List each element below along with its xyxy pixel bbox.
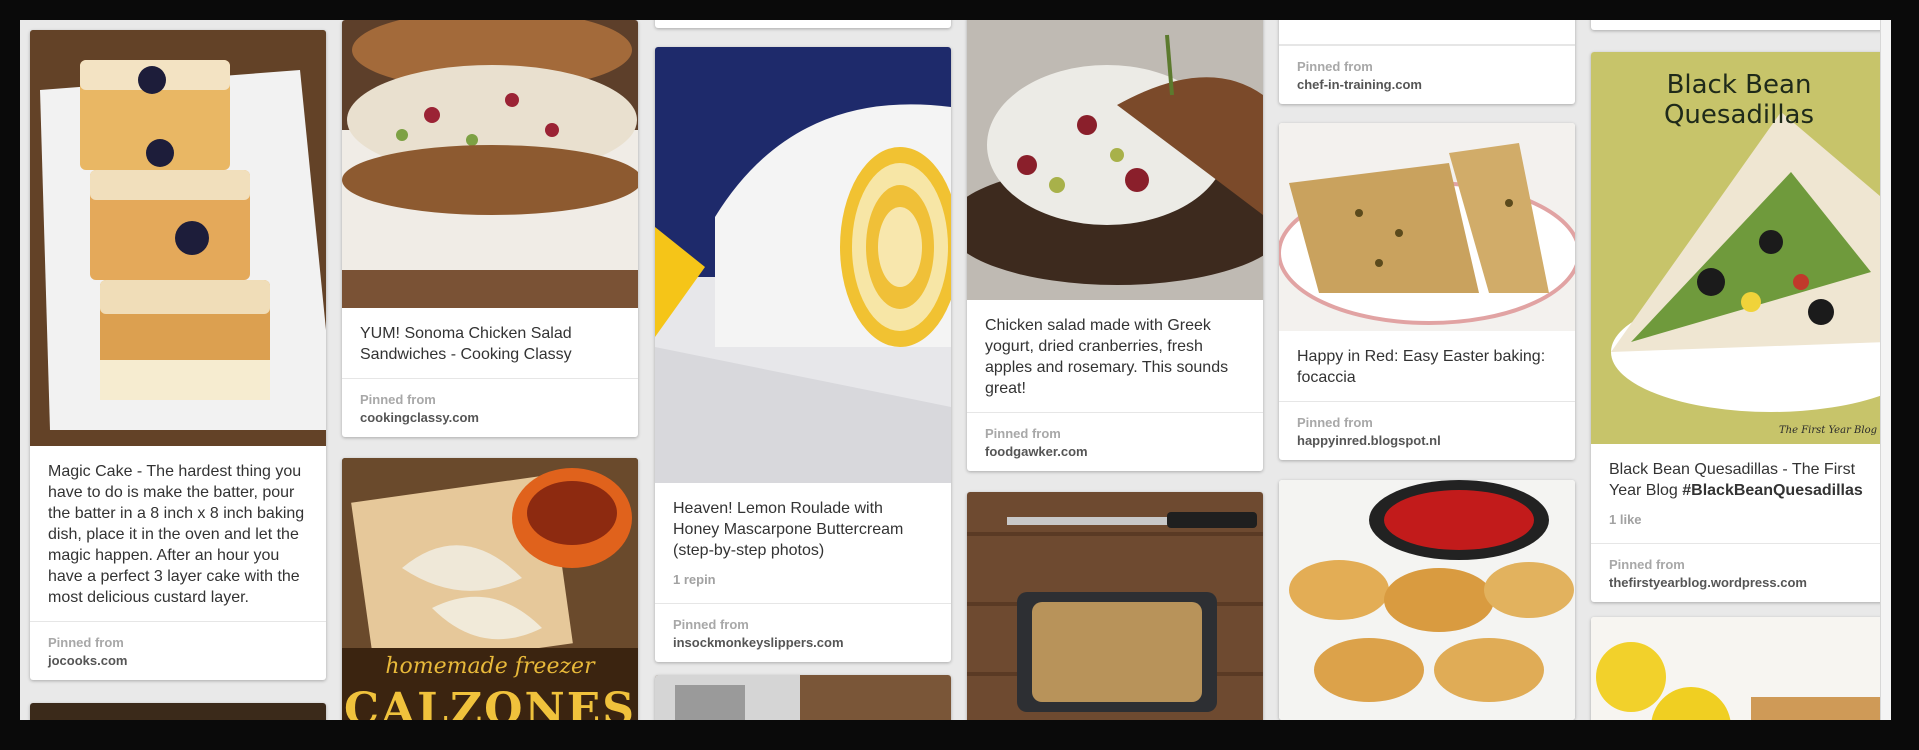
hashtag-link[interactable]: #BlackBeanQuesadillas	[1682, 482, 1863, 499]
pin-image-partial[interactable]	[30, 703, 326, 720]
pin-description-text: Heaven! Lemon Roulade with Honey Mascarp…	[673, 500, 904, 559]
pin-description: YUM! Sonoma Chicken Salad Sandwiches - C…	[360, 325, 572, 363]
pin-description: Happy in Red: Easy Easter baking: focacc…	[1297, 348, 1546, 386]
pin-source[interactable]: Pinned from insockmonkeyslippers.com	[655, 603, 951, 662]
calzones-overlay-title: CALZONES	[343, 684, 637, 720]
scrollbar[interactable]	[1880, 20, 1891, 720]
pin-calzones[interactable]: homemade freezer CALZONES	[342, 458, 638, 720]
repin-count[interactable]: 1 repin	[673, 569, 933, 590]
pin-board: Magic Cake - The hardest thing you have …	[20, 20, 1891, 720]
pin-image-partial[interactable]	[655, 675, 951, 720]
pin-source[interactable]: Pinned from jocooks.com	[30, 621, 326, 680]
pin-source[interactable]: Pinned from thefirstyearblog.wordpress.c…	[1591, 543, 1887, 602]
pin-sonoma-chicken[interactable]: YUM! Sonoma Chicken Salad Sandwiches - C…	[342, 20, 638, 437]
pin-source[interactable]: Pinned from cookingclassy.com	[342, 378, 638, 437]
pin-source-link[interactable]: cookingclassy.com	[360, 410, 620, 425]
pin-description-text: Black Bean Quesadillas - The First Year …	[1609, 461, 1863, 499]
pin-greek-chicken[interactable]: Chicken salad made with Greek yogurt, dr…	[967, 20, 1263, 471]
pin-potato-bites[interactable]	[1279, 480, 1575, 720]
pin-quesadillas[interactable]: Black Bean Quesadillas The First Year Bl…	[1591, 52, 1887, 602]
pin-source-link[interactable]: thefirstyearblog.wordpress.com	[1609, 575, 1869, 590]
pin-previous-partial[interactable]	[655, 20, 951, 28]
like-count[interactable]: 1 like	[1609, 509, 1869, 530]
pin-image-calzones[interactable]: homemade freezer CALZONES	[342, 458, 638, 720]
pinned-from-label: Pinned from	[360, 392, 436, 407]
pin-image-greek-chicken[interactable]	[967, 20, 1263, 300]
pin-source-link[interactable]: happyinred.blogspot.nl	[1297, 433, 1557, 448]
pin-chef-in-training[interactable]: Pinned from chef-in-training.com	[1279, 20, 1575, 104]
pin-next-partial[interactable]	[30, 703, 326, 720]
pin-image-potato-bites[interactable]	[1279, 480, 1575, 720]
pin-description: Heaven! Lemon Roulade with Honey Mascarp…	[655, 483, 951, 603]
pinned-from-label: Pinned from	[673, 617, 749, 632]
pin-image-lemon-roulade[interactable]	[655, 47, 951, 483]
pin-description: Magic Cake - The hardest thing you have …	[48, 463, 305, 606]
pin-source-link[interactable]: jocooks.com	[48, 653, 308, 668]
pin-lemon-roulade[interactable]: Heaven! Lemon Roulade with Honey Mascarp…	[655, 47, 951, 662]
pinned-from-label: Pinned from	[1297, 415, 1373, 430]
pinned-from-label: Pinned from	[1297, 59, 1373, 74]
pin-source-link[interactable]: chef-in-training.com	[1297, 77, 1557, 92]
pin-magic-cake[interactable]: Magic Cake - The hardest thing you have …	[30, 30, 326, 680]
pin-previous-partial[interactable]	[1591, 20, 1887, 30]
pin-image-magic-cake[interactable]	[30, 30, 326, 446]
pin-source[interactable]: Pinned from chef-in-training.com	[1279, 45, 1575, 104]
pin-lemons[interactable]	[1591, 617, 1887, 720]
calzones-overlay-subtitle: homemade freezer	[385, 654, 595, 679]
pin-image-sonoma-chicken[interactable]	[342, 20, 638, 308]
pin-source-link[interactable]: insockmonkeyslippers.com	[673, 635, 933, 650]
pin-source-link[interactable]: foodgawker.com	[985, 444, 1245, 459]
pin-bread-loaf[interactable]	[967, 492, 1263, 720]
pin-next-partial[interactable]	[655, 675, 951, 720]
pin-image-focaccia[interactable]	[1279, 123, 1575, 331]
pin-source[interactable]: Pinned from happyinred.blogspot.nl	[1279, 401, 1575, 460]
pin-source[interactable]: Pinned from foodgawker.com	[967, 412, 1263, 471]
pin-description: Chicken salad made with Greek yogurt, dr…	[985, 317, 1229, 397]
quesadillas-image-title: Black Bean Quesadillas	[1663, 70, 1815, 130]
pinned-from-label: Pinned from	[48, 635, 124, 650]
pinned-from-label: Pinned from	[1609, 557, 1685, 572]
quesadillas-image-watermark: The First Year Blog	[1779, 425, 1877, 436]
pin-image-bread-loaf[interactable]	[967, 492, 1263, 720]
pin-description: Black Bean Quesadillas - The First Year …	[1591, 444, 1887, 543]
pin-image-quesadillas[interactable]: Black Bean Quesadillas The First Year Bl…	[1591, 52, 1887, 444]
pinned-from-label: Pinned from	[985, 426, 1061, 441]
pin-focaccia[interactable]: Happy in Red: Easy Easter baking: focacc…	[1279, 123, 1575, 460]
pin-image-lemons[interactable]	[1591, 617, 1887, 720]
